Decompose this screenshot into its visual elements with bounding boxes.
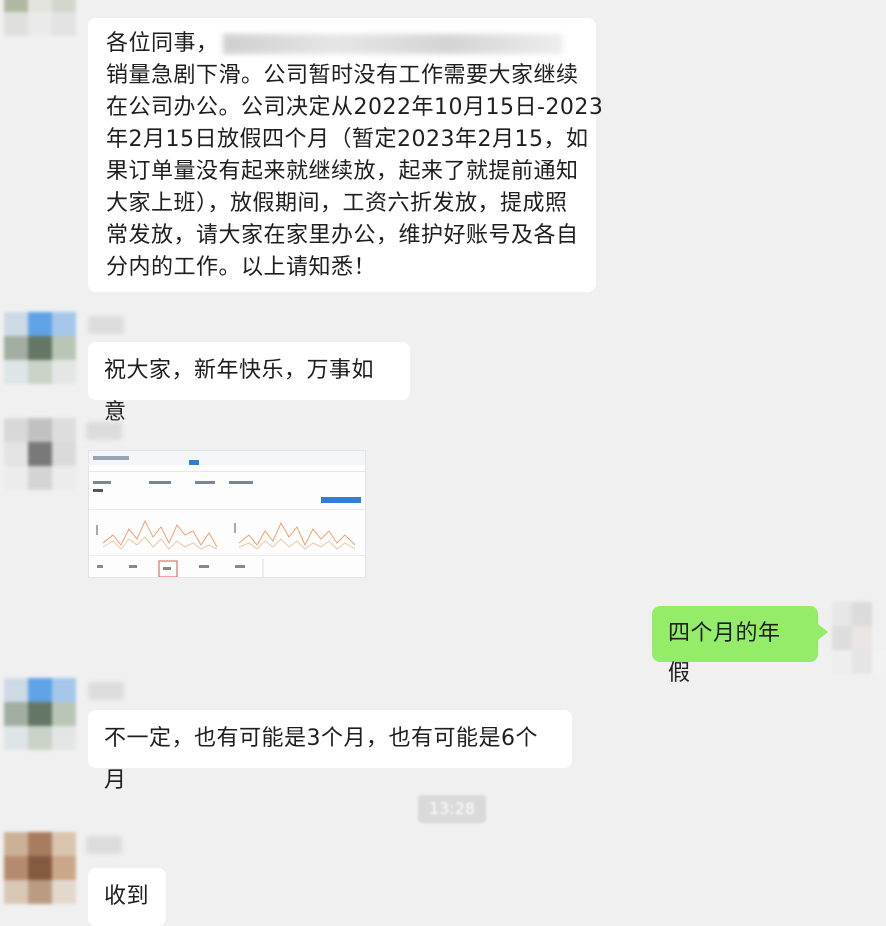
chat-window: 各位同事， 销量急剧下滑。公司暂时没有工作需要大家继续 在公司办公。公司决定从2… <box>0 0 886 926</box>
message-text: 不一定，也有可能是3个月，也有可能是6个月 <box>104 726 538 793</box>
message-line: 果订单量没有起来就继续放，起来了就提前通知 <box>106 159 579 184</box>
message-bubble[interactable]: 祝大家，新年快乐，万事如意 <box>88 342 410 425</box>
message-text: 祝大家，新年快乐，万事如意 <box>104 358 375 425</box>
message-line: 大家上班），放假期间，工资六折发放，提成照 <box>106 191 568 216</box>
sender-avatar[interactable] <box>4 312 76 384</box>
screenshot-thumbnail-graphic <box>89 451 365 577</box>
sender-avatar[interactable] <box>4 0 76 36</box>
message-line: 销量急剧下滑。公司暂时没有工作需要大家继续 <box>106 63 579 88</box>
message-bubble[interactable]: 不一定，也有可能是3个月，也有可能是6个月 <box>88 710 572 793</box>
message-text: 四个月的年假 <box>668 621 781 686</box>
redacted-text <box>222 34 563 54</box>
self-avatar[interactable] <box>832 602 886 674</box>
sender-name <box>86 422 122 440</box>
sender-name <box>86 836 122 854</box>
screenshot-image[interactable] <box>88 450 366 578</box>
sender-name <box>88 316 124 334</box>
sender-avatar[interactable] <box>4 418 76 490</box>
message-line: 在公司办公。公司决定从2022年10月15日-2023 <box>106 95 604 120</box>
outgoing-message-bubble[interactable]: 四个月的年假 <box>652 606 828 686</box>
announcement-message[interactable]: 各位同事， 销量急剧下滑。公司暂时没有工作需要大家继续 在公司办公。公司决定从2… <box>88 18 604 292</box>
message-text: 收到 <box>104 884 150 909</box>
sender-avatar[interactable] <box>4 678 76 750</box>
message-line: 常发放，请大家在家里办公，维护好账号及各自 <box>106 223 579 248</box>
message-bubble[interactable]: 收到 <box>88 868 166 926</box>
message-timestamp: 13:28 <box>418 795 486 823</box>
sender-avatar[interactable] <box>4 832 76 904</box>
sender-name <box>88 682 124 700</box>
message-line: 年2月15日放假四个月（暂定2023年2月15，如 <box>106 127 589 152</box>
message-line: 分内的工作。以上请知悉！ <box>106 255 377 280</box>
message-line: 各位同事， <box>106 28 578 60</box>
